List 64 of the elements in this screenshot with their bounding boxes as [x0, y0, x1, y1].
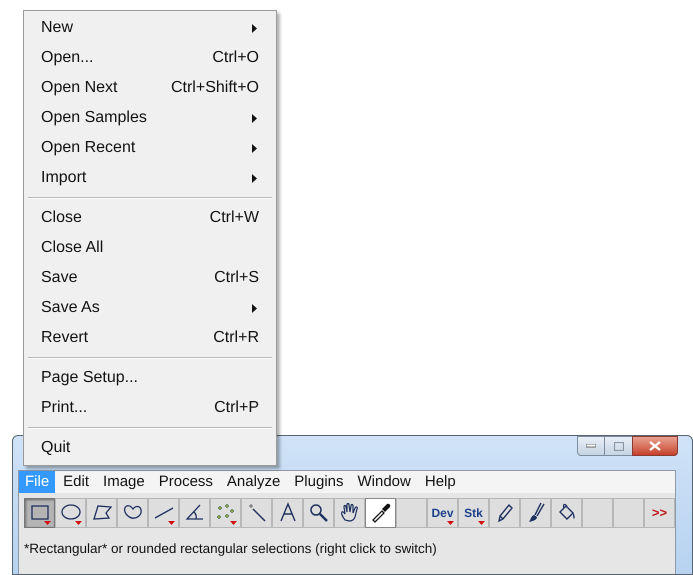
tool-button[interactable]: Stk	[458, 498, 489, 528]
close-button[interactable]	[632, 436, 678, 456]
tool-button[interactable]	[272, 498, 303, 528]
menu-item-label: Open Next	[41, 78, 118, 98]
menu-item[interactable]: Page Setup...	[27, 363, 273, 393]
menu-bar-item[interactable]: Process	[152, 471, 219, 493]
menu-item[interactable]: Open Next Ctrl+Shift+O	[27, 73, 273, 103]
tool-button[interactable]	[86, 498, 117, 528]
menu-bar-item[interactable]: Edit	[57, 471, 96, 493]
menu-item[interactable]: Save Ctrl+S	[27, 263, 273, 293]
menu-item[interactable]: Revert Ctrl+R	[27, 323, 273, 353]
tool-button[interactable]	[24, 498, 55, 528]
menu-item-label: New	[41, 18, 74, 38]
tool-button[interactable]	[303, 498, 334, 528]
maximize-button[interactable]	[605, 436, 632, 456]
tool-button[interactable]	[365, 498, 396, 528]
menu-bar-item[interactable]: Image	[97, 471, 151, 493]
menu-item[interactable]: Close All	[27, 233, 273, 263]
menu-item[interactable]: Print... Ctrl+P	[27, 393, 273, 423]
menu-item-label: Close	[41, 208, 83, 228]
shortcut-text: Ctrl+O	[212, 48, 259, 68]
tool-button[interactable]	[179, 498, 210, 528]
shortcut-text: Ctrl+S	[214, 268, 259, 288]
menu-item-label: Import	[41, 168, 88, 188]
menu-bar-item[interactable]: Help	[418, 471, 462, 493]
menu-item-label: Revert	[41, 328, 90, 348]
menu-item[interactable]: Close Ctrl+W	[27, 203, 273, 233]
tool-button[interactable]	[148, 498, 179, 528]
menu-item[interactable]: Save As	[27, 293, 273, 323]
tool-button[interactable]	[551, 498, 582, 528]
tool-button[interactable]	[520, 498, 551, 528]
shortcut-text: Ctrl+R	[213, 328, 259, 348]
menu-item-label: Close All	[41, 238, 104, 258]
menu-item[interactable]: Open... Ctrl+O	[27, 43, 273, 73]
more-tools-button[interactable]: >>	[644, 498, 675, 528]
tool-button[interactable]: Dev	[427, 498, 458, 528]
tool-button[interactable]	[55, 498, 86, 528]
shortcut-text: Ctrl+W	[210, 208, 259, 228]
status-text: *Rectangular* or rounded rectangular selections (right click to switch)	[24, 540, 438, 558]
shortcut-text: Ctrl+P	[214, 398, 259, 418]
menu-item[interactable]: Quit	[27, 433, 273, 463]
tool-button[interactable]	[334, 498, 365, 528]
menu-item-label: Quit	[41, 438, 72, 458]
menu-item-label: Open Recent	[41, 138, 136, 158]
shortcut-text: Ctrl+Shift+O	[170, 78, 259, 98]
close-icon	[649, 441, 661, 451]
menu-item-label: Open...	[41, 48, 94, 68]
menu-item[interactable]: Import	[27, 163, 273, 193]
maximize-icon	[614, 442, 624, 450]
menu-item-label: Open Samples	[41, 108, 148, 128]
menu-item[interactable]: New	[27, 13, 273, 43]
minimize-button[interactable]	[577, 436, 605, 456]
menu-item-label: Save	[41, 268, 78, 288]
menu-bar-item[interactable]: Window	[352, 471, 417, 493]
menu-item[interactable]: Open Recent	[27, 133, 273, 163]
tool-button[interactable]	[117, 498, 148, 528]
menu-item[interactable]: Open Samples	[27, 103, 273, 133]
menu-item-label: Save As	[41, 298, 101, 318]
menu-bar-item[interactable]: Analyze	[220, 471, 286, 493]
menu-bar-item[interactable]: Plugins	[288, 471, 350, 493]
tool-button[interactable]	[489, 498, 520, 528]
minimize-icon	[586, 444, 596, 448]
menu-item-label: Print...	[41, 398, 88, 418]
menu-item-label: Page Setup...	[41, 368, 139, 388]
